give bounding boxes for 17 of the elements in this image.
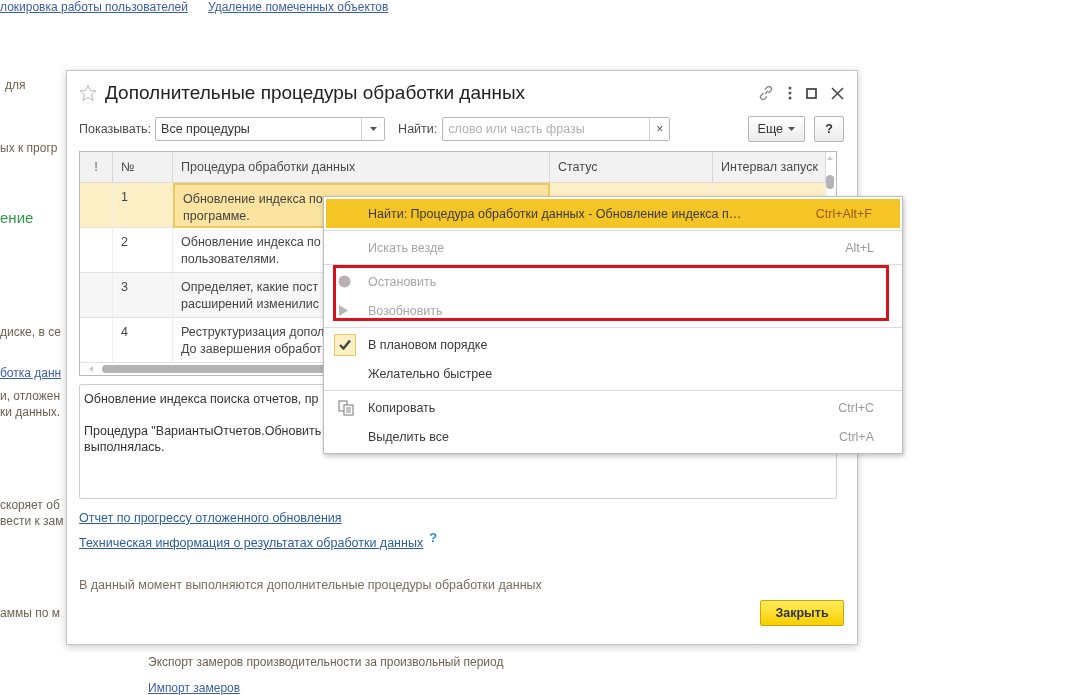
show-label: Показывать: — [79, 122, 152, 136]
page-text: и, отложен — [0, 389, 61, 403]
page-text: вести к зам — [0, 514, 64, 528]
page-text: для — [5, 78, 26, 92]
table-cell: 4 — [113, 318, 173, 363]
section-heading: ение — [0, 209, 34, 226]
window-title: Дополнительные процедуры обработки данных — [105, 82, 526, 104]
table-cell: 1 — [113, 183, 173, 228]
page-text: Экспорт замеров производительности за произвольный период — [148, 655, 504, 669]
table-cell: 3 — [113, 273, 173, 318]
find-label: Найти: — [398, 122, 438, 136]
status-text: В данный момент выполняются дополнительные процедуры обработки данных — [79, 578, 543, 592]
page-text: аммы по м — [0, 606, 60, 620]
page-text: скоряет об — [0, 498, 60, 512]
page-text: диске, в се — [0, 325, 61, 339]
page-text: ки данных. — [0, 405, 61, 419]
page-text: ых к прогр — [0, 141, 58, 155]
